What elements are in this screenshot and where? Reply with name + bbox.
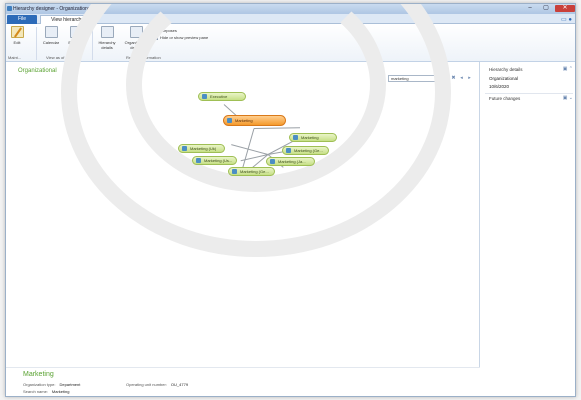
preview-title: Marketing — [23, 371, 54, 378]
find-previous-icon[interactable]: ◂ — [458, 75, 465, 82]
calendar-label: Calendar — [42, 40, 60, 45]
group-label-maintain: Maint... — [8, 55, 22, 60]
org-unit-icon — [202, 94, 207, 99]
maximize-button[interactable]: ▢ — [539, 5, 553, 12]
app-icon — [7, 6, 12, 11]
org-type-label: Organization type: — [23, 382, 56, 387]
group-separator — [36, 27, 37, 60]
calendar-icon — [44, 26, 58, 38]
preview-pane: Marketing Organization type: Department S… — [6, 367, 480, 396]
org-unit-icon — [293, 135, 298, 140]
future-changes-title: Future changes — [489, 96, 521, 101]
canvas-title: Organizational — [18, 68, 57, 74]
future-changes-controls[interactable]: ▣ ⌄ — [563, 95, 573, 101]
operating-unit-value: OU_4779 — [170, 382, 189, 387]
node-label: Marketing (Ja... — [278, 159, 306, 164]
ribbon-right-icons: ▭ ● — [561, 16, 572, 23]
hierarchy-details-title: Hierarchy details — [489, 67, 523, 72]
org-unit-icon — [232, 169, 237, 174]
search-name-label: Search name: — [23, 389, 48, 394]
close-button[interactable]: ✕ — [555, 5, 575, 12]
node-marketing-us[interactable]: Marketing (Us... — [192, 156, 237, 165]
org-type-row: Organization type: Department — [23, 382, 80, 387]
operating-unit-row: Operating unit number: OU_4779 — [126, 382, 188, 387]
panel-divider — [485, 93, 573, 94]
node-label: Marketing — [235, 118, 253, 123]
search-name-value: Marketing — [51, 389, 70, 394]
node-marketing-ge[interactable]: Marketing (Ge... — [282, 146, 329, 155]
hierarchy-name: Organizational — [489, 76, 519, 81]
node-label: Marketing (Uk) — [190, 146, 217, 151]
tab-file[interactable]: File — [7, 15, 37, 24]
app-window: Hierarchy designer - Organizational (D) … — [5, 3, 576, 397]
search-name-row: Search name: Marketing — [23, 389, 69, 394]
node-executive[interactable]: Executive — [198, 92, 246, 101]
node-label: Executive — [210, 94, 228, 99]
org-unit-icon — [182, 146, 187, 151]
hierarchy-date: 10/6/2020 — [489, 84, 510, 89]
org-unit-icon — [270, 159, 275, 164]
clear-find-icon[interactable]: ✖ — [450, 75, 457, 82]
node-marketing-uk[interactable]: Marketing (Uk) — [178, 144, 225, 153]
node-label: Marketing (Ge... — [240, 169, 269, 174]
options-icon[interactable]: ▭ — [561, 17, 567, 23]
node-marketing-ge-2[interactable]: Marketing (Ge... — [228, 167, 275, 176]
node-marketing-ja[interactable]: Marketing (Ja... — [266, 157, 315, 166]
pencil-icon — [10, 26, 24, 38]
find-next-icon[interactable]: ▸ — [466, 75, 473, 82]
org-type-value: Department — [59, 382, 81, 387]
calendar-button[interactable]: Calendar — [40, 26, 62, 45]
org-unit-icon — [196, 158, 201, 163]
edit-label: Edit — [13, 40, 21, 45]
hierarchy-canvas: Organizational Find: ✖ ◂ ▸ Executive Mar… — [6, 4, 480, 396]
node-label: Marketing (Us... — [204, 158, 233, 163]
node-label: Marketing (Ge... — [294, 148, 323, 153]
edit-button[interactable]: Edit — [8, 26, 26, 45]
minimize-button[interactable]: – — [523, 5, 537, 12]
help-icon[interactable]: ● — [568, 17, 572, 23]
operating-unit-label: Operating unit number: — [126, 382, 167, 387]
node-marketing[interactable]: Marketing — [289, 133, 337, 142]
org-unit-icon — [227, 118, 232, 123]
hierarchy-details-controls[interactable]: ▣ ⌃ — [563, 66, 573, 72]
node-label: Marketing — [301, 135, 319, 140]
org-unit-icon — [286, 148, 291, 153]
fact-box-panel: Hierarchy details ▣ ⌃ Organizational 10/… — [481, 62, 575, 396]
node-marketing-selected[interactable]: Marketing — [223, 115, 286, 126]
